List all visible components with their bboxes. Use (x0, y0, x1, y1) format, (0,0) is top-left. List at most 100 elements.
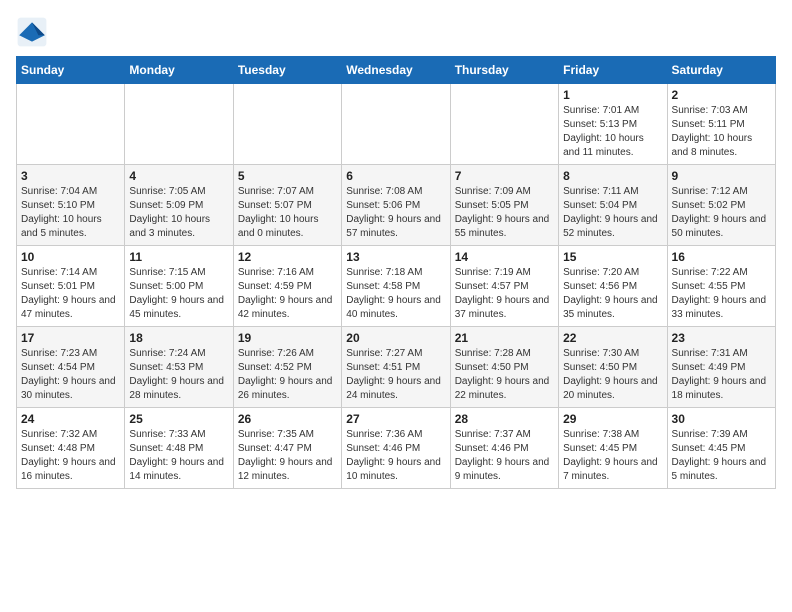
day-cell: 25 Sunrise: 7:33 AM Sunset: 4:48 PM Dayli… (125, 408, 233, 489)
week-row-4: 17 Sunrise: 7:23 AM Sunset: 4:54 PM Dayli… (17, 327, 776, 408)
day-cell: 12 Sunrise: 7:16 AM Sunset: 4:59 PM Dayli… (233, 246, 341, 327)
day-cell: 10 Sunrise: 7:14 AM Sunset: 5:01 PM Dayli… (17, 246, 125, 327)
day-cell: 18 Sunrise: 7:24 AM Sunset: 4:53 PM Dayli… (125, 327, 233, 408)
day-cell: 1 Sunrise: 7:01 AM Sunset: 5:13 PM Daylig… (559, 84, 667, 165)
day-info: Sunrise: 7:24 AM Sunset: 4:53 PM Dayligh… (129, 347, 228, 403)
day-info: Sunrise: 7:18 AM Sunset: 4:58 PM Dayligh… (346, 266, 445, 322)
day-number: 14 (455, 250, 554, 264)
day-cell: 30 Sunrise: 7:39 AM Sunset: 4:45 PM Dayli… (667, 408, 775, 489)
day-info: Sunrise: 7:22 AM Sunset: 4:55 PM Dayligh… (672, 266, 771, 322)
day-number: 25 (129, 412, 228, 426)
day-number: 11 (129, 250, 228, 264)
day-info: Sunrise: 7:20 AM Sunset: 4:56 PM Dayligh… (563, 266, 662, 322)
week-row-1: 1 Sunrise: 7:01 AM Sunset: 5:13 PM Daylig… (17, 84, 776, 165)
day-info: Sunrise: 7:28 AM Sunset: 4:50 PM Dayligh… (455, 347, 554, 403)
day-number: 10 (21, 250, 120, 264)
day-number: 30 (672, 412, 771, 426)
weekday-sunday: Sunday (17, 57, 125, 84)
logo-icon (16, 16, 48, 48)
day-info: Sunrise: 7:07 AM Sunset: 5:07 PM Dayligh… (238, 185, 337, 241)
week-row-3: 10 Sunrise: 7:14 AM Sunset: 5:01 PM Dayli… (17, 246, 776, 327)
day-cell: 11 Sunrise: 7:15 AM Sunset: 5:00 PM Dayli… (125, 246, 233, 327)
day-number: 29 (563, 412, 662, 426)
day-cell: 22Sunrise: 7:30 AM Sunset: 4:50 PM Dayli… (559, 327, 667, 408)
day-info: Sunrise: 7:03 AM Sunset: 5:11 PM Dayligh… (672, 104, 771, 160)
day-cell: 6 Sunrise: 7:08 AM Sunset: 5:06 PM Daylig… (342, 165, 450, 246)
day-number: 2 (672, 88, 771, 102)
day-info: Sunrise: 7:23 AM Sunset: 4:54 PM Dayligh… (21, 347, 120, 403)
weekday-header-row: SundayMondayTuesdayWednesdayThursdayFrid… (17, 57, 776, 84)
day-info: Sunrise: 7:14 AM Sunset: 5:01 PM Dayligh… (21, 266, 120, 322)
day-cell: 19 Sunrise: 7:26 AM Sunset: 4:52 PM Dayli… (233, 327, 341, 408)
day-number: 20 (346, 331, 445, 345)
day-cell: 15 Sunrise: 7:20 AM Sunset: 4:56 PM Dayli… (559, 246, 667, 327)
day-cell: 3Sunrise: 7:04 AM Sunset: 5:10 PM Daylig… (17, 165, 125, 246)
weekday-wednesday: Wednesday (342, 57, 450, 84)
day-info: Sunrise: 7:12 AM Sunset: 5:02 PM Dayligh… (672, 185, 771, 241)
day-info: Sunrise: 7:27 AM Sunset: 4:51 PM Dayligh… (346, 347, 445, 403)
day-info: Sunrise: 7:01 AM Sunset: 5:13 PM Dayligh… (563, 104, 662, 160)
day-number: 6 (346, 169, 445, 183)
day-cell: 16 Sunrise: 7:22 AM Sunset: 4:55 PM Dayli… (667, 246, 775, 327)
day-number: 8 (563, 169, 662, 183)
day-number: 17 (21, 331, 120, 345)
day-cell (233, 84, 341, 165)
calendar-table: SundayMondayTuesdayWednesdayThursdayFrid… (16, 56, 776, 489)
day-number: 18 (129, 331, 228, 345)
day-number: 23 (672, 331, 771, 345)
day-cell: 29 Sunrise: 7:38 AM Sunset: 4:45 PM Dayli… (559, 408, 667, 489)
day-cell (450, 84, 558, 165)
day-info: Sunrise: 7:15 AM Sunset: 5:00 PM Dayligh… (129, 266, 228, 322)
day-number: 5 (238, 169, 337, 183)
day-info: Sunrise: 7:11 AM Sunset: 5:04 PM Dayligh… (563, 185, 662, 241)
day-info: Sunrise: 7:19 AM Sunset: 4:57 PM Dayligh… (455, 266, 554, 322)
day-number: 1 (563, 88, 662, 102)
weekday-saturday: Saturday (667, 57, 775, 84)
day-info: Sunrise: 7:36 AM Sunset: 4:46 PM Dayligh… (346, 428, 445, 484)
day-info: Sunrise: 7:05 AM Sunset: 5:09 PM Dayligh… (129, 185, 228, 241)
day-number: 27 (346, 412, 445, 426)
day-cell (342, 84, 450, 165)
day-info: Sunrise: 7:26 AM Sunset: 4:52 PM Dayligh… (238, 347, 337, 403)
day-cell: 20 Sunrise: 7:27 AM Sunset: 4:51 PM Dayli… (342, 327, 450, 408)
day-info: Sunrise: 7:38 AM Sunset: 4:45 PM Dayligh… (563, 428, 662, 484)
day-info: Sunrise: 7:16 AM Sunset: 4:59 PM Dayligh… (238, 266, 337, 322)
day-number: 3 (21, 169, 120, 183)
day-number: 13 (346, 250, 445, 264)
day-cell: 13 Sunrise: 7:18 AM Sunset: 4:58 PM Dayli… (342, 246, 450, 327)
day-info: Sunrise: 7:08 AM Sunset: 5:06 PM Dayligh… (346, 185, 445, 241)
day-cell: 4 Sunrise: 7:05 AM Sunset: 5:09 PM Daylig… (125, 165, 233, 246)
day-number: 28 (455, 412, 554, 426)
day-cell: 8 Sunrise: 7:11 AM Sunset: 5:04 PM Daylig… (559, 165, 667, 246)
day-number: 7 (455, 169, 554, 183)
day-number: 16 (672, 250, 771, 264)
weekday-thursday: Thursday (450, 57, 558, 84)
day-info: Sunrise: 7:33 AM Sunset: 4:48 PM Dayligh… (129, 428, 228, 484)
day-number: 19 (238, 331, 337, 345)
day-cell: 14 Sunrise: 7:19 AM Sunset: 4:57 PM Dayli… (450, 246, 558, 327)
day-info: Sunrise: 7:32 AM Sunset: 4:48 PM Dayligh… (21, 428, 120, 484)
day-info: Sunrise: 7:09 AM Sunset: 5:05 PM Dayligh… (455, 185, 554, 241)
day-info: Sunrise: 7:31 AM Sunset: 4:49 PM Dayligh… (672, 347, 771, 403)
day-cell: 7 Sunrise: 7:09 AM Sunset: 5:05 PM Daylig… (450, 165, 558, 246)
weekday-monday: Monday (125, 57, 233, 84)
day-cell: 21 Sunrise: 7:28 AM Sunset: 4:50 PM Dayli… (450, 327, 558, 408)
day-number: 26 (238, 412, 337, 426)
day-cell: 2 Sunrise: 7:03 AM Sunset: 5:11 PM Daylig… (667, 84, 775, 165)
day-cell: 24 Sunrise: 7:32 AM Sunset: 4:48 PM Dayli… (17, 408, 125, 489)
day-number: 9 (672, 169, 771, 183)
day-number: 24 (21, 412, 120, 426)
day-info: Sunrise: 7:37 AM Sunset: 4:46 PM Dayligh… (455, 428, 554, 484)
calendar-body: 1 Sunrise: 7:01 AM Sunset: 5:13 PM Daylig… (17, 84, 776, 489)
day-info: Sunrise: 7:39 AM Sunset: 4:45 PM Dayligh… (672, 428, 771, 484)
day-number: 4 (129, 169, 228, 183)
logo (16, 16, 52, 48)
day-cell: 17 Sunrise: 7:23 AM Sunset: 4:54 PM Dayli… (17, 327, 125, 408)
day-number: 21 (455, 331, 554, 345)
weekday-friday: Friday (559, 57, 667, 84)
day-cell (17, 84, 125, 165)
weekday-tuesday: Tuesday (233, 57, 341, 84)
day-cell: 23 Sunrise: 7:31 AM Sunset: 4:49 PM Dayli… (667, 327, 775, 408)
day-number: 15 (563, 250, 662, 264)
day-number: 12 (238, 250, 337, 264)
